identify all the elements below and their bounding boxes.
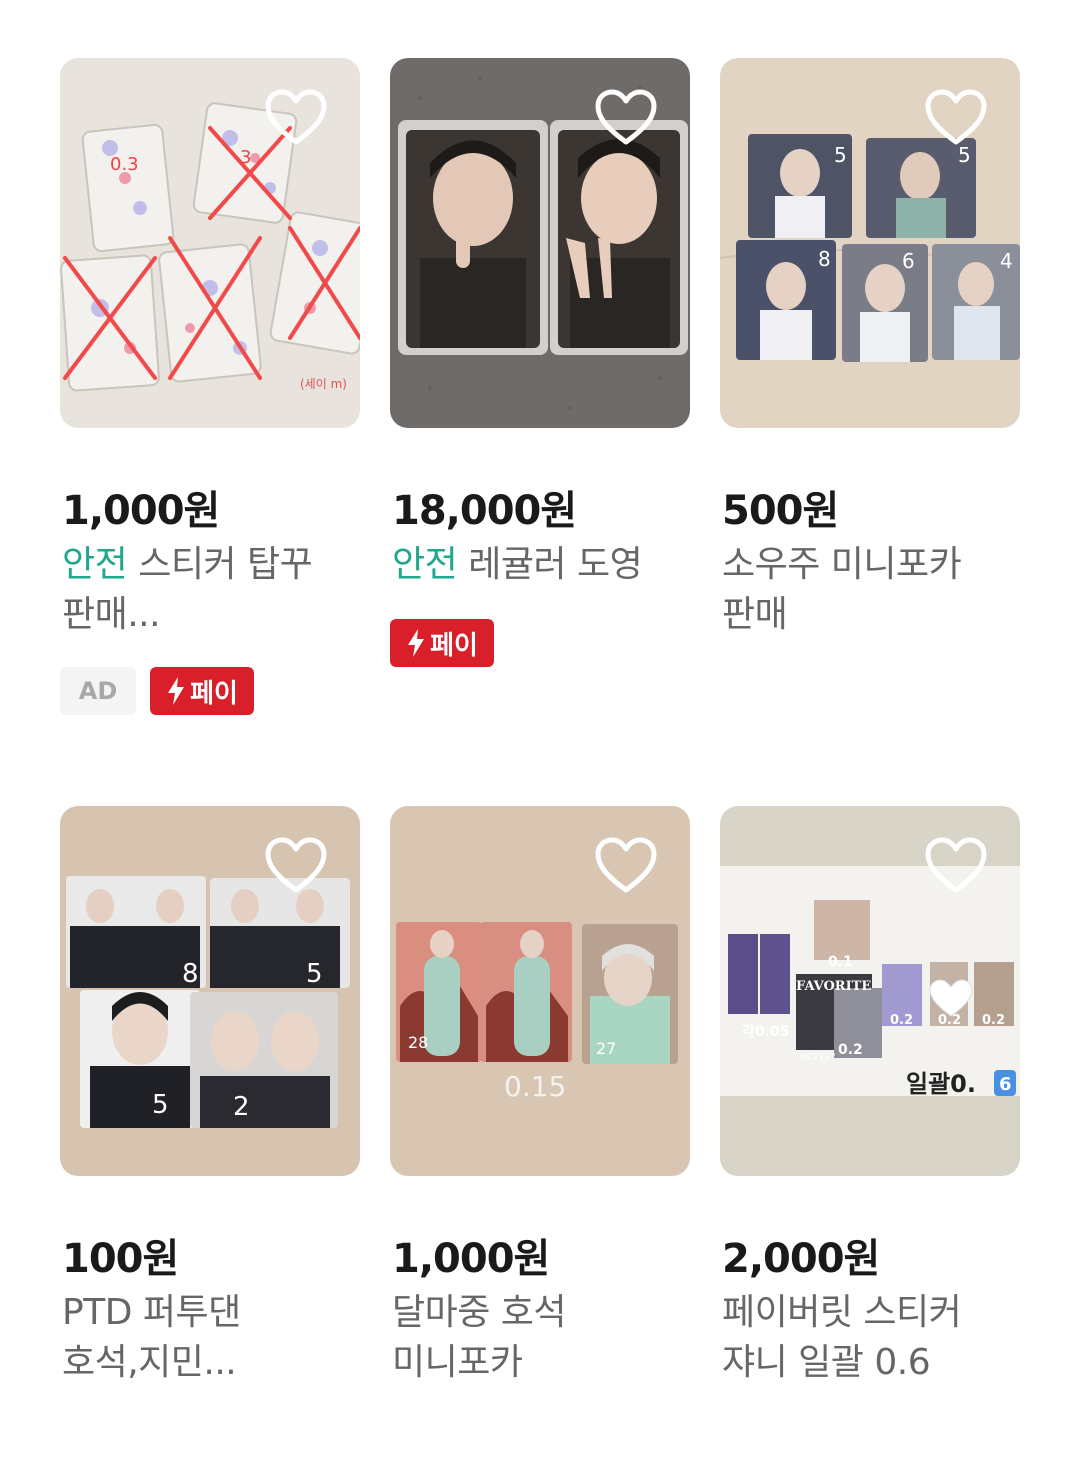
product-card-doyoung[interactable]: 18,000원 안전 레귤러 도영 페이 xyxy=(390,58,690,667)
title-line1: 소우주 미니포카 xyxy=(722,544,962,585)
image-label: 4 xyxy=(1000,249,1013,273)
title-line2: 미니포카 xyxy=(392,1342,523,1383)
image-label: 5 xyxy=(958,143,971,167)
ad-badge: AD xyxy=(60,667,136,715)
pay-badge: 페이 xyxy=(390,619,494,667)
title-line1: 레귤러 도영 xyxy=(457,544,643,585)
product-title: 페이버릿 스티커 쟈니 일괄 0.6 xyxy=(722,1288,1022,1388)
product-title: 소우주 미니포카 판매 xyxy=(722,540,1022,640)
title-line1: 페이버릿 스티커 xyxy=(722,1292,962,1333)
product-title: 안전 스티커 탑꾸 판매... xyxy=(62,540,362,640)
image-label: 28 xyxy=(408,1033,428,1052)
image-label: NCT127 xyxy=(800,1053,836,1063)
pay-badge: 페이 xyxy=(150,667,254,715)
product-title: 안전 레귤러 도영 xyxy=(392,540,692,590)
image-label: 0.15 xyxy=(504,1070,566,1103)
product-price: 18,000원 xyxy=(392,488,577,534)
product-price: 2,000원 xyxy=(722,1236,880,1282)
image-label: (세이 m) xyxy=(300,377,347,391)
product-image[interactable]: 8 5 5 2 xyxy=(60,806,360,1176)
product-price: 100원 xyxy=(62,1236,179,1282)
title-line2: 호석,지민... xyxy=(62,1342,237,1383)
heart-outline-icon[interactable] xyxy=(594,88,658,146)
image-label: 3 xyxy=(240,147,251,168)
heart-outline-icon[interactable] xyxy=(594,836,658,894)
lightning-bolt-icon xyxy=(168,677,185,705)
image-label: 0.1 xyxy=(828,954,853,970)
product-price: 1,000원 xyxy=(392,1236,550,1282)
product-grid: 0.3 3 (세이 m) 1,000원 안전 스티커 탑꾸 판매... AD 페… xyxy=(0,0,1080,1459)
title-line1: PTD 퍼투댄 xyxy=(62,1292,241,1333)
image-label: 5 xyxy=(834,143,847,167)
product-price: 500원 xyxy=(722,488,839,534)
title-line1: 스티커 탑꾸 xyxy=(127,544,313,585)
product-title: 달마중 호석 미니포카 xyxy=(392,1288,692,1388)
image-label: 27 xyxy=(596,1039,616,1058)
title-line2: 판매... xyxy=(62,594,161,635)
image-label: 0.2 xyxy=(982,1013,1005,1028)
product-image[interactable]: 5 5 8 6 4 xyxy=(720,58,1020,428)
safe-payment-tag: 안전 xyxy=(392,544,458,585)
badges: AD 페이 xyxy=(60,667,254,715)
lightning-bolt-icon xyxy=(408,629,425,657)
product-card-sowoozoo[interactable]: 5 5 8 6 4 500원 소우주 미니포카 판매 xyxy=(720,58,1020,635)
product-image[interactable] xyxy=(390,58,690,428)
image-label: 6 xyxy=(999,1074,1012,1095)
product-image[interactable]: 0.3 3 (세이 m) xyxy=(60,58,360,428)
safe-payment-tag: 안전 xyxy=(62,544,128,585)
heart-outline-icon[interactable] xyxy=(924,836,988,894)
product-price: 1,000원 xyxy=(62,488,220,534)
product-title: PTD 퍼투댄 호석,지민... xyxy=(62,1288,362,1388)
image-label: 8 xyxy=(818,247,831,271)
image-label: 0.3 xyxy=(110,154,139,175)
title-line2: 쟈니 일괄 0.6 xyxy=(722,1342,931,1383)
image-label: 5 xyxy=(152,1090,169,1120)
image-label: 2 xyxy=(233,1092,250,1122)
image-label: 각0.05 xyxy=(742,1023,789,1040)
product-card-sticker[interactable]: 0.3 3 (세이 m) 1,000원 안전 스티커 탑꾸 판매... AD 페… xyxy=(60,58,360,715)
product-image[interactable]: FAVORITE 0.1 각0.05 0.2 0.2 0.2 0.2 NCT12… xyxy=(720,806,1020,1176)
title-line2: 판매 xyxy=(722,594,788,635)
product-card-hoseok-minipoca[interactable]: 28 27 0.15 1,000원 달마중 호석 미니포카 xyxy=(390,806,690,1383)
product-card-favorite-sticker[interactable]: FAVORITE 0.1 각0.05 0.2 0.2 0.2 0.2 NCT12… xyxy=(720,806,1020,1383)
image-label: 5 xyxy=(306,959,323,989)
image-label: 0.2 xyxy=(938,1013,961,1028)
heart-outline-icon[interactable] xyxy=(264,836,328,894)
heart-outline-icon[interactable] xyxy=(264,88,328,146)
image-label: FAVORITE xyxy=(796,979,871,994)
image-label: 6 xyxy=(902,249,915,273)
product-image[interactable]: 28 27 0.15 xyxy=(390,806,690,1176)
image-label: 8 xyxy=(182,959,199,989)
product-card-ptd[interactable]: 8 5 5 2 100원 PTD 퍼투댄 호석,지민... xyxy=(60,806,360,1383)
image-label: 일괄0. xyxy=(906,1070,976,1098)
image-label: 0.2 xyxy=(890,1013,913,1028)
title-line1: 달마중 호석 xyxy=(392,1292,567,1333)
heart-outline-icon[interactable] xyxy=(924,88,988,146)
image-label: 0.2 xyxy=(838,1042,863,1058)
badges: 페이 xyxy=(390,619,494,667)
